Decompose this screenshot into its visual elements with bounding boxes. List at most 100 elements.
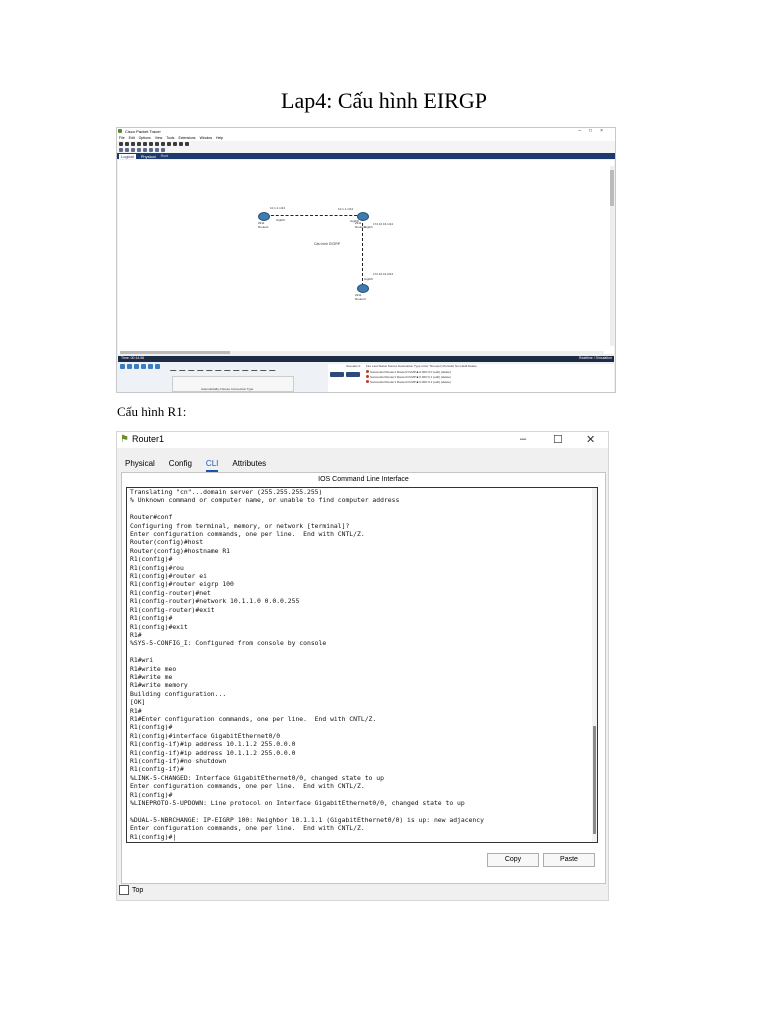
redo-icon[interactable] [167, 142, 171, 146]
add-pdu-icon[interactable] [161, 148, 165, 152]
workspace-vertical-scrollbar[interactable] [610, 166, 614, 346]
terminal-line: R1(config)# [130, 614, 173, 623]
cli-terminal[interactable]: Translating "cn"...domain server (255.25… [126, 487, 598, 843]
terminal-line: R1(config-router)#network 10.1.1.0 0.0.0… [130, 597, 300, 606]
cable-caption: Automatically Choose Connection Type [201, 387, 254, 391]
terminal-output: Translating "cn"...domain server (255.25… [130, 488, 484, 841]
pdu-row: Successful Router1 Router3 ICMP ■ 0.000 … [366, 375, 451, 379]
zoom-in-icon[interactable] [173, 142, 177, 146]
top-checkbox[interactable] [119, 885, 129, 895]
tab-physical[interactable]: Physical [139, 154, 158, 159]
terminal-line: Router(config)#host [130, 538, 204, 547]
pt-bottom-panel: Time: 00:14:56 Realtime / Simulation Aut… [118, 356, 614, 392]
pt-menu-help[interactable]: Help [216, 136, 223, 140]
terminal-line: %LINK-5-CHANGED: Interface GigabitEthern… [130, 773, 384, 782]
draw-line-icon[interactable] [149, 148, 153, 152]
tab-logical[interactable]: Logical [119, 153, 136, 159]
maximize-button[interactable]: ☐ [553, 433, 563, 446]
undo-icon[interactable] [161, 142, 165, 146]
select-icon[interactable] [119, 148, 123, 152]
minimize-button[interactable]: – [520, 433, 526, 445]
router-category-icon[interactable] [120, 364, 125, 369]
router1-window: ⚑ Router1 – ☐ ✕ Physical Config CLI Attr… [116, 431, 609, 901]
router1-icon[interactable] [258, 212, 270, 221]
terminal-line: R1(config)#router ei [130, 572, 207, 581]
open-file-icon[interactable] [125, 142, 129, 146]
terminal-line: R1#write meo [130, 664, 177, 673]
top-checkbox-row[interactable]: Top [119, 885, 143, 895]
terminal-line: R1(config)#rou [130, 563, 184, 572]
terminal-line: Configuring from terminal, memory, or ne… [130, 521, 350, 530]
delete-pdu-button[interactable] [346, 372, 360, 377]
top-checkbox-label: Top [132, 886, 144, 894]
wan-category-icon[interactable] [155, 364, 160, 369]
pdu-row: Successful Router1 Router3 ICMP ■ 0.000 … [366, 380, 451, 384]
section-label: Cấu hình R1: [117, 404, 187, 419]
pt-menu-view[interactable]: View [155, 136, 163, 140]
r2-name-label: 2911 Router2 [355, 221, 366, 229]
terminal-line: R1(config)# [130, 790, 173, 799]
terminal-line: Enter configuration commands, one per li… [130, 782, 365, 791]
r3-ip-label: 172.16.16.2/24 [373, 272, 394, 276]
pt-window-controls[interactable]: –□× [578, 128, 611, 134]
terminal-line: R1(config)#router eigrp 100 [130, 580, 234, 589]
terminal-line: Router(config)#hostname R1 [130, 546, 231, 555]
link-r1-r2 [266, 215, 362, 216]
zoom-out-icon[interactable] [179, 142, 183, 146]
print-icon[interactable] [137, 142, 141, 146]
pdu-list-panel: Scenario 0 Fire Last Status Source Desti… [328, 364, 614, 392]
scenario-select[interactable]: Scenario 0 [346, 364, 360, 368]
pt-menu-window[interactable]: Window [200, 136, 212, 140]
terminal-scrollbar[interactable] [592, 488, 597, 842]
paste-icon[interactable] [155, 142, 159, 146]
tab-cli[interactable]: CLI [205, 459, 219, 472]
terminal-line: %DUAL-5-NBRCHANGE: IP-EIGRP 100: Neighbo… [130, 815, 484, 824]
simulation-mode[interactable]: Simulation [596, 356, 612, 360]
pt-menu-tools[interactable]: Tools [166, 136, 174, 140]
palette-icon[interactable] [185, 142, 189, 146]
pt-menu-edit[interactable]: Edit [129, 136, 135, 140]
tab-physical[interactable]: Physical [125, 459, 155, 472]
center-note: Cấu hình EIGRP [314, 242, 341, 246]
draw-rectangle-icon[interactable] [155, 148, 159, 152]
terminal-line: % Unknown command or computer name, or u… [130, 496, 400, 505]
terminal-line: R1#wri [130, 656, 154, 665]
delete-icon[interactable] [131, 148, 135, 152]
switch-category-icon[interactable] [127, 364, 132, 369]
router1-title: Router1 [132, 434, 165, 444]
wireless-category-icon[interactable] [141, 364, 146, 369]
mode-toggle[interactable]: Realtime / Simulation [579, 356, 612, 360]
inspect-icon[interactable] [125, 148, 129, 152]
paste-button[interactable]: Paste [543, 853, 595, 867]
cable-type-bar [169, 364, 280, 371]
sim-time: Time: 00:14:56 [121, 356, 145, 360]
usb-cable-icon[interactable] [268, 364, 280, 371]
realtime-mode[interactable]: Realtime [579, 356, 593, 360]
close-button[interactable]: ✕ [586, 433, 595, 446]
router3-icon[interactable] [357, 284, 369, 293]
workspace-horizontal-scrollbar[interactable] [120, 351, 604, 354]
new-pdu-button[interactable] [330, 372, 344, 377]
pt-menu-options[interactable]: Options [139, 136, 151, 140]
terminal-line: R1(config-if)# [130, 765, 184, 774]
tab-config[interactable]: Config [169, 459, 192, 472]
pt-menu-extensions[interactable]: Extensions [178, 136, 195, 140]
copy-button[interactable]: Copy [487, 853, 539, 867]
pt-workspace-tabs: Logical Physical Root [117, 153, 615, 159]
save-icon[interactable] [131, 142, 135, 146]
tab-attributes[interactable]: Attributes [232, 459, 266, 472]
note-icon[interactable] [143, 148, 147, 152]
terminal-line: R1(config)# [130, 555, 173, 564]
document-title: Lap4: Cấu hình EIRGP [281, 88, 487, 113]
logical-workspace[interactable]: 10.1.1.1/24 10.1.1.1/24 172.16.16.1/24 1… [118, 160, 614, 354]
pt-status-bar: Time: 00:14:56 Realtime / Simulation [118, 356, 614, 362]
pt-menu-file[interactable]: File [119, 136, 125, 140]
activity-wizard-icon[interactable] [143, 142, 147, 146]
resize-icon[interactable] [137, 148, 141, 152]
security-category-icon[interactable] [148, 364, 153, 369]
hub-category-icon[interactable] [134, 364, 139, 369]
new-file-icon[interactable] [119, 142, 123, 146]
copy-icon[interactable] [149, 142, 153, 146]
